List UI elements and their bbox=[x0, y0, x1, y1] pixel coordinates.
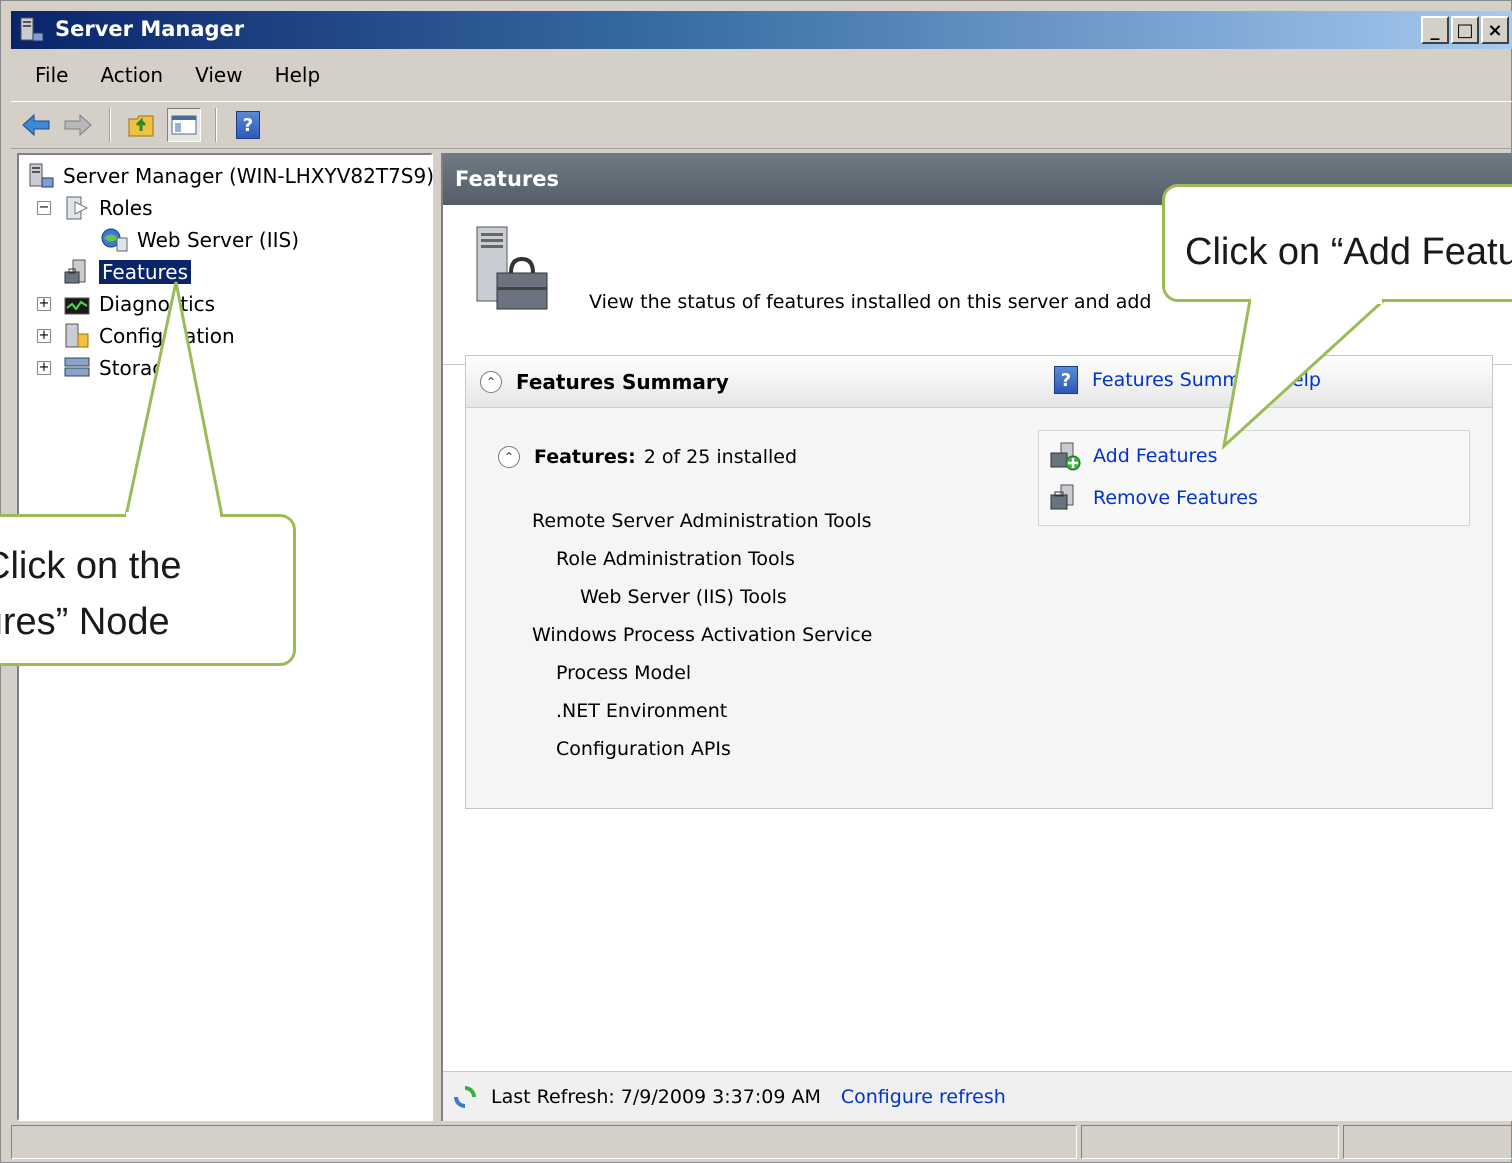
roles-icon bbox=[66, 196, 89, 220]
tree-item-storage[interactable]: Storage bbox=[63, 353, 177, 383]
configure-refresh-link[interactable]: Configure refresh bbox=[841, 1086, 1006, 1108]
callout-joint-mask bbox=[1251, 296, 1382, 304]
server-icon bbox=[29, 163, 54, 188]
back-button[interactable] bbox=[19, 108, 53, 142]
callout-line: “Features” Node bbox=[0, 601, 170, 643]
refresh-icon[interactable] bbox=[451, 1083, 479, 1111]
features-summary-section: ⌃ Features Summary ? Features Summary He… bbox=[465, 355, 1493, 809]
show-hide-console-tree-button[interactable] bbox=[167, 108, 201, 142]
window-controls: _ □ × bbox=[1419, 16, 1509, 44]
configuration-icon bbox=[65, 323, 89, 348]
status-bar bbox=[11, 1125, 1512, 1159]
menu-help[interactable]: Help bbox=[259, 63, 337, 87]
features-summary-header: ⌃ Features Summary ? Features Summary He… bbox=[466, 356, 1492, 408]
expand-configuration-toggle[interactable]: + bbox=[37, 329, 51, 343]
add-features-link[interactable]: Add Features bbox=[1049, 441, 1218, 471]
callout-line: Click on “Add Features” bbox=[1185, 231, 1512, 273]
toolbar-separator bbox=[109, 108, 111, 142]
diagnostics-icon bbox=[64, 297, 90, 315]
tree-item-configuration[interactable]: Configuration bbox=[63, 321, 235, 351]
menu-bar: File Action View Help bbox=[11, 53, 1512, 97]
last-refresh-text: Last Refresh: 7/9/2009 3:37:09 AM bbox=[491, 1085, 821, 1108]
status-cell bbox=[1081, 1125, 1339, 1159]
feature-item: Process Model bbox=[556, 662, 692, 684]
web-server-icon bbox=[101, 228, 128, 252]
remove-features-icon bbox=[1050, 484, 1074, 510]
status-cell bbox=[1343, 1125, 1512, 1159]
tree-item-diagnostics[interactable]: Diagnostics bbox=[63, 289, 215, 319]
up-folder-icon bbox=[128, 115, 154, 137]
collapse-summary-button[interactable]: ⌃ bbox=[480, 371, 502, 393]
features-count: 2 of 25 installed bbox=[643, 446, 798, 468]
features-summary-title: Features Summary bbox=[516, 370, 729, 394]
features-toolbox-icon bbox=[476, 226, 548, 310]
remove-features-label: Remove Features bbox=[1093, 487, 1258, 509]
back-arrow-icon bbox=[22, 113, 50, 137]
help-button[interactable]: ? bbox=[231, 108, 265, 142]
status-cell bbox=[11, 1125, 1077, 1159]
add-features-callout: Click on “Add Features” bbox=[1162, 184, 1512, 302]
add-features-icon bbox=[1050, 442, 1081, 471]
toolbar: ? bbox=[11, 101, 1512, 149]
forward-arrow-icon bbox=[64, 113, 92, 137]
intro-text: View the status of features installed on… bbox=[589, 291, 1152, 313]
features-summary-help-link[interactable]: ? Features Summary Help bbox=[1054, 366, 1321, 394]
tree-item-label: Features bbox=[98, 259, 192, 285]
features-label: Features: bbox=[534, 446, 636, 468]
remove-features-link[interactable]: Remove Features bbox=[1049, 483, 1258, 513]
callout-joint-mask bbox=[126, 512, 220, 520]
up-one-level-button[interactable] bbox=[125, 108, 159, 142]
tree-item-label: Configuration bbox=[99, 324, 235, 348]
features-icon bbox=[64, 259, 86, 284]
feature-item: .NET Environment bbox=[556, 700, 728, 722]
add-features-label: Add Features bbox=[1093, 445, 1218, 467]
feature-item: Role Administration Tools bbox=[556, 548, 795, 570]
minimize-button[interactable]: _ bbox=[1421, 16, 1449, 44]
help-link-label: Features Summary Help bbox=[1092, 369, 1321, 391]
menu-file[interactable]: File bbox=[11, 63, 84, 87]
menu-view[interactable]: View bbox=[179, 63, 258, 87]
show-hide-tree-icon bbox=[171, 115, 197, 135]
refresh-bar: Last Refresh: 7/9/2009 3:37:09 AM Config… bbox=[443, 1071, 1512, 1121]
close-button[interactable]: × bbox=[1481, 16, 1509, 44]
menu-action[interactable]: Action bbox=[84, 63, 179, 87]
help-icon: ? bbox=[1054, 366, 1078, 394]
tree-item-label: Roles bbox=[99, 196, 153, 220]
tree-item-web-server-iis[interactable]: Web Server (IIS) bbox=[101, 225, 299, 255]
forward-button[interactable] bbox=[61, 108, 95, 142]
toolbar-separator bbox=[215, 108, 217, 142]
tree-item-roles[interactable]: Roles bbox=[63, 193, 153, 223]
tree-item-label: Diagnostics bbox=[99, 292, 216, 316]
tree-item-label: Storage bbox=[99, 356, 178, 380]
server-manager-icon bbox=[20, 17, 44, 42]
collapse-features-button[interactable]: ⌃ bbox=[498, 446, 520, 468]
collapse-roles-toggle[interactable]: − bbox=[37, 201, 51, 215]
window-title: Server Manager bbox=[55, 17, 245, 41]
expand-storage-toggle[interactable]: + bbox=[37, 361, 51, 375]
feature-item: Web Server (IIS) Tools bbox=[580, 586, 787, 608]
callout-line: Click on the bbox=[0, 545, 182, 587]
title-bar[interactable]: Server Manager _ □ × bbox=[11, 11, 1512, 49]
tree-item-server-manager[interactable]: Server Manager (WIN-LHXYV82T7S9) bbox=[27, 161, 434, 191]
tree-item-features[interactable]: Features bbox=[63, 257, 192, 287]
storage-icon bbox=[64, 357, 90, 377]
maximize-button[interactable]: □ bbox=[1451, 16, 1479, 44]
tree-item-label: Server Manager (WIN-LHXYV82T7S9) bbox=[63, 164, 435, 188]
features-actions-box: Add Features Remove Features bbox=[1038, 430, 1470, 526]
feature-item: Configuration APIs bbox=[556, 738, 731, 760]
features-node-callout: Click on the “Features” Node bbox=[0, 514, 296, 666]
feature-item: Remote Server Administration Tools bbox=[532, 510, 872, 532]
features-count-row: ⌃ Features: 2 of 25 installed bbox=[498, 446, 797, 468]
feature-item: Windows Process Activation Service bbox=[532, 624, 873, 646]
tree-item-label: Web Server (IIS) bbox=[137, 228, 300, 252]
expand-diagnostics-toggle[interactable]: + bbox=[37, 297, 51, 311]
help-icon: ? bbox=[236, 111, 260, 139]
